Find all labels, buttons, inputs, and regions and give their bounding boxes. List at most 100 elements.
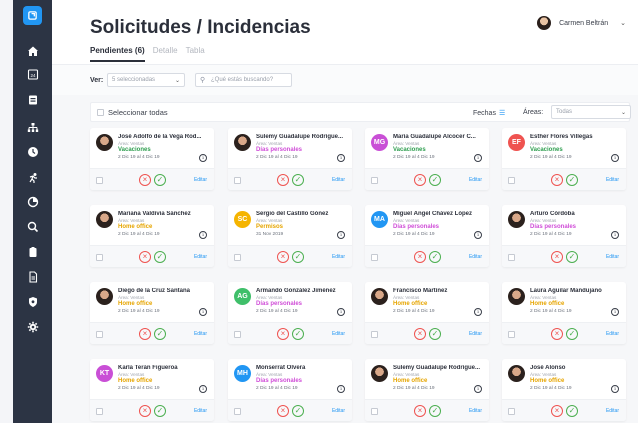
edit-link[interactable]: Editar (606, 177, 619, 183)
card-checkbox[interactable] (508, 177, 515, 184)
fechas-filter[interactable]: Fechas ☰ (473, 109, 505, 118)
request-card[interactable]: Francisco Martínez Área: Ventas Home offic… (365, 282, 489, 344)
edit-link[interactable]: Editar (606, 254, 619, 260)
edit-link[interactable]: Editar (469, 331, 482, 337)
edit-link[interactable]: Editar (469, 177, 482, 183)
card-checkbox[interactable] (96, 177, 103, 184)
request-card[interactable]: Mariana Valdivia Sánchez Área: Ventas Home… (90, 205, 214, 267)
info-icon[interactable]: i (611, 231, 619, 239)
reject-icon[interactable]: × (551, 405, 563, 417)
areas-select[interactable]: Todas ⌄ (551, 105, 631, 119)
info-icon[interactable]: i (611, 154, 619, 162)
request-card[interactable]: Arturo Córdoba Área: Ventas Días personale… (502, 205, 626, 267)
info-icon[interactable]: i (611, 308, 619, 316)
edit-link[interactable]: Editar (469, 254, 482, 260)
request-card[interactable]: Diego de la Cruz Santana Área: Ventas Home… (90, 282, 214, 344)
org-chart-icon[interactable] (13, 118, 52, 138)
reject-icon[interactable]: × (139, 174, 151, 186)
reject-icon[interactable]: × (277, 174, 289, 186)
request-card[interactable]: José Alonso Área: Ventas Home office 2 Dic … (502, 359, 626, 421)
reject-icon[interactable]: × (551, 328, 563, 340)
request-card[interactable]: José Adolfo de la Vega Rod... Área: Venta… (90, 128, 214, 190)
info-icon[interactable]: i (474, 308, 482, 316)
request-card[interactable]: AG Armando González Jiménez Área: Ventas Dí… (228, 282, 352, 344)
request-card[interactable]: Sulemy Guadalupe Rodrígue... Área: Ventas… (228, 128, 352, 190)
edit-link[interactable]: Editar (332, 177, 345, 183)
approve-icon[interactable]: ✓ (154, 174, 166, 186)
edit-link[interactable]: Editar (194, 331, 207, 337)
card-checkbox[interactable] (508, 408, 515, 415)
person-run-icon[interactable] (13, 168, 52, 188)
info-icon[interactable]: i (474, 231, 482, 239)
card-checkbox[interactable] (96, 254, 103, 261)
edit-link[interactable]: Editar (332, 408, 345, 414)
approve-icon[interactable]: ✓ (429, 174, 441, 186)
info-icon[interactable]: i (474, 154, 482, 162)
info-icon[interactable]: i (337, 385, 345, 393)
approve-icon[interactable]: ✓ (154, 328, 166, 340)
approve-icon[interactable]: ✓ (429, 251, 441, 263)
document-icon[interactable] (13, 267, 52, 287)
shield-icon[interactable] (13, 292, 52, 312)
user-menu[interactable]: Carmen Beltrán ⌄ (537, 16, 626, 30)
info-icon[interactable]: i (199, 385, 207, 393)
app-logo-icon[interactable] (23, 6, 42, 25)
card-checkbox[interactable] (371, 408, 378, 415)
card-checkbox[interactable] (371, 254, 378, 261)
reject-icon[interactable]: × (139, 405, 151, 417)
approve-icon[interactable]: ✓ (154, 251, 166, 263)
info-icon[interactable]: i (199, 308, 207, 316)
select-all-checkbox[interactable] (97, 109, 104, 116)
approve-icon[interactable]: ✓ (566, 405, 578, 417)
edit-link[interactable]: Editar (606, 331, 619, 337)
request-card[interactable]: Laura Aguilar Mandujano Área: Ventas Home … (502, 282, 626, 344)
reject-icon[interactable]: × (551, 251, 563, 263)
edit-link[interactable]: Editar (606, 408, 619, 414)
request-card[interactable]: MA Miguel Ángel Chávez López Área: Ventas D… (365, 205, 489, 267)
card-checkbox[interactable] (371, 177, 378, 184)
card-checkbox[interactable] (234, 408, 241, 415)
info-icon[interactable]: i (199, 154, 207, 162)
calendar-icon[interactable]: 24 (13, 64, 52, 84)
request-card[interactable]: Sulemy Guadalupe Rodrígue... Área: Ventas… (365, 359, 489, 421)
reject-icon[interactable]: × (414, 251, 426, 263)
request-card[interactable]: MG María Guadalupe Alcocer C... Área: Vent… (365, 128, 489, 190)
reject-icon[interactable]: × (277, 405, 289, 417)
reject-icon[interactable]: × (277, 251, 289, 263)
reject-icon[interactable]: × (139, 251, 151, 263)
card-checkbox[interactable] (508, 254, 515, 261)
approve-icon[interactable]: ✓ (566, 251, 578, 263)
info-icon[interactable]: i (474, 385, 482, 393)
home-icon[interactable] (13, 41, 52, 61)
approve-icon[interactable]: ✓ (566, 328, 578, 340)
edit-link[interactable]: Editar (332, 254, 345, 260)
reject-icon[interactable]: × (414, 174, 426, 186)
tab-detalle[interactable]: Detalle (153, 46, 178, 62)
approve-icon[interactable]: ✓ (292, 251, 304, 263)
request-card[interactable]: MH Monserrat Olvera Área: Ventas Días perso… (228, 359, 352, 421)
info-icon[interactable]: i (337, 308, 345, 316)
clipboard-icon[interactable] (13, 242, 52, 262)
reject-icon[interactable]: × (414, 405, 426, 417)
info-icon[interactable]: i (199, 231, 207, 239)
approve-icon[interactable]: ✓ (429, 405, 441, 417)
approve-icon[interactable]: ✓ (429, 328, 441, 340)
reject-icon[interactable]: × (414, 328, 426, 340)
card-checkbox[interactable] (234, 177, 241, 184)
info-icon[interactable]: i (611, 385, 619, 393)
clock-icon[interactable] (13, 142, 52, 162)
tab-pendientes[interactable]: Pendientes (6) (90, 46, 145, 62)
info-icon[interactable]: i (337, 154, 345, 162)
reject-icon[interactable]: × (551, 174, 563, 186)
request-card[interactable]: EF Esther Flores Villegas Área: Ventas Vaca… (502, 128, 626, 190)
approve-icon[interactable]: ✓ (566, 174, 578, 186)
card-checkbox[interactable] (234, 254, 241, 261)
approve-icon[interactable]: ✓ (292, 405, 304, 417)
approve-icon[interactable]: ✓ (292, 328, 304, 340)
card-checkbox[interactable] (96, 331, 103, 338)
inbox-icon[interactable] (13, 90, 52, 110)
request-card[interactable]: SC Sergio del Castillo Gónez Área: Ventas P… (228, 205, 352, 267)
ver-select[interactable]: 5 seleccionadas ⌄ (107, 73, 185, 87)
select-all[interactable]: Seleccionar todas (97, 108, 168, 117)
card-checkbox[interactable] (234, 331, 241, 338)
